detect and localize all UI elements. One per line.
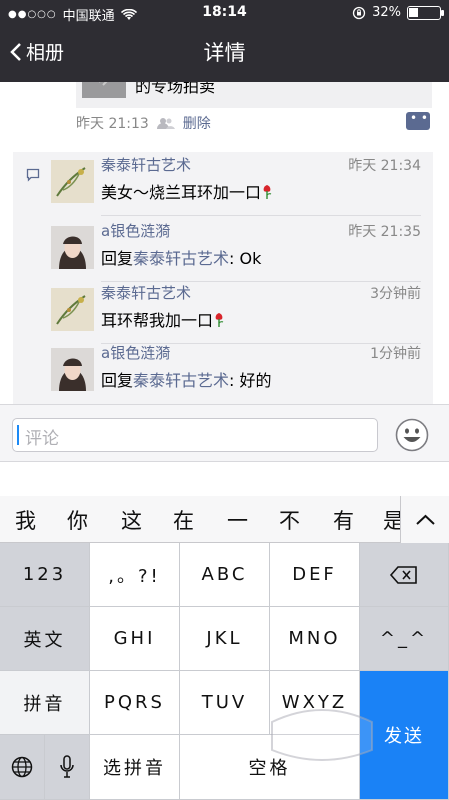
candidate[interactable]: 不 — [279, 505, 300, 535]
delete-key[interactable] — [360, 543, 449, 607]
comment-row[interactable]: a银色涟漪 1分钟前 回复秦泰轩古艺术: 好的 — [51, 340, 421, 404]
rotation-lock-icon — [352, 6, 366, 19]
key-emoticon[interactable]: ^_^ — [360, 607, 449, 671]
link-icon — [99, 82, 108, 86]
comment-text: 回复秦泰轩古艺术: Ok — [101, 249, 262, 268]
avatar — [51, 226, 94, 269]
comment-text: 美女～烧兰耳环加一口 — [101, 179, 273, 203]
battery-percent: 32% — [372, 5, 401, 20]
send-button[interactable]: 发送 — [360, 671, 449, 800]
candidate-bar: 我 你 这 在 一 不 有 是 — [0, 496, 449, 543]
key-def[interactable]: DEF — [270, 543, 360, 607]
commenter-name[interactable]: 秦泰轩古艺术 — [101, 154, 191, 175]
keyboard: 我 你 这 在 一 不 有 是 123 ,。?! ABC DEF 英文 GHI … — [0, 496, 449, 800]
comment-row[interactable]: 秦泰轩古艺术 3分钟前 耳环帮我加一口 — [51, 280, 421, 344]
avatar — [51, 348, 94, 391]
globe-icon — [11, 756, 33, 778]
comment-input[interactable]: 评论 — [12, 418, 378, 452]
comment-time: 昨天 21:34 — [348, 158, 421, 174]
reply-target[interactable]: 秦泰轩古艺术 — [133, 371, 229, 390]
divider — [101, 215, 421, 216]
candidate[interactable]: 一 — [227, 505, 248, 535]
avatar — [51, 160, 94, 203]
comment-time: 昨天 21:35 — [348, 224, 421, 240]
page-title: 详情 — [203, 41, 246, 65]
top-bar: ●●○○○ 中国联通 18:14 32% 相册 详情 — [0, 0, 449, 82]
globe-key[interactable] — [0, 735, 45, 800]
avatar — [51, 288, 94, 331]
comment-text: 耳环帮我加一口 — [101, 307, 225, 331]
post-time: 昨天 21:13 — [76, 116, 149, 132]
key-pqrs[interactable]: PQRS — [90, 671, 180, 735]
commenter-name[interactable]: 秦泰轩古艺术 — [101, 282, 191, 303]
chevron-up-icon — [416, 514, 435, 525]
reply-target[interactable]: 秦泰轩古艺术 — [133, 249, 229, 268]
microphone-icon — [60, 755, 74, 778]
input-placeholder: 评论 — [25, 429, 59, 449]
key-english[interactable]: 英文 — [0, 607, 90, 671]
send-label: 发送 — [384, 726, 424, 747]
friends-icon — [156, 118, 175, 129]
battery-icon — [407, 5, 444, 20]
candidate[interactable]: 在 — [173, 505, 194, 535]
comment-row[interactable]: 秦泰轩古艺术 昨天 21:34 美女～烧兰耳环加一口 — [51, 152, 421, 216]
post-meta: 昨天 21:13 删除 — [76, 113, 211, 133]
backspace-icon — [389, 565, 417, 584]
comment-time: 3分钟前 — [370, 286, 421, 302]
moment-detail: 的专场拍卖 昨天 21:13 删除 秦泰轩古艺术 昨天 21:34 美女～烧兰耳… — [0, 82, 449, 404]
link-thumbnail — [82, 82, 126, 98]
comment-menu-button[interactable] — [406, 111, 430, 130]
key-select-pinyin[interactable]: 选拼音 — [90, 735, 180, 800]
rose-emoji-icon — [263, 185, 272, 199]
comment-list: 秦泰轩古艺术 昨天 21:34 美女～烧兰耳环加一口 a银色涟漪 昨天 21:3… — [13, 152, 433, 404]
key-punctuation[interactable]: ,。?! — [90, 543, 180, 607]
comment-icon — [26, 168, 40, 182]
candidate[interactable]: 有 — [333, 505, 354, 535]
key-pinyin[interactable]: 拼音 — [0, 671, 90, 735]
comment-time: 1分钟前 — [370, 346, 421, 362]
key-123[interactable]: 123 — [0, 543, 90, 607]
key-wxyz[interactable]: WXYZ — [270, 671, 360, 735]
link-title: 的专场拍卖 — [135, 82, 216, 96]
expand-candidates-button[interactable] — [400, 496, 449, 543]
emoji-button[interactable] — [395, 418, 429, 452]
comment-input-bar: 评论 — [0, 404, 449, 462]
shared-link-card[interactable]: 的专场拍卖 — [76, 82, 432, 108]
candidate[interactable]: 你 — [67, 505, 88, 535]
space-key[interactable]: 空格 — [180, 735, 360, 800]
key-mno[interactable]: MNO — [270, 607, 360, 671]
comment-row[interactable]: a银色涟漪 昨天 21:35 回复秦泰轩古艺术: Ok — [51, 218, 421, 282]
key-abc[interactable]: ABC — [180, 543, 270, 607]
nav-bar: 相册 详情 — [0, 26, 449, 82]
status-bar: ●●○○○ 中国联通 18:14 32% — [0, 0, 449, 26]
rose-emoji-icon — [215, 313, 224, 327]
commenter-name[interactable]: a银色涟漪 — [101, 220, 170, 241]
key-tuv[interactable]: TUV — [180, 671, 270, 735]
delete-link[interactable]: 删除 — [183, 113, 211, 133]
comment-text: 回复秦泰轩古艺术: 好的 — [101, 371, 272, 390]
spacer — [0, 462, 449, 496]
microphone-key[interactable] — [45, 735, 90, 800]
candidate[interactable]: 我 — [15, 505, 36, 535]
commenter-name[interactable]: a银色涟漪 — [101, 342, 170, 363]
key-ghi[interactable]: GHI — [90, 607, 180, 671]
candidate[interactable]: 这 — [121, 505, 142, 535]
key-jkl[interactable]: JKL — [180, 607, 270, 671]
